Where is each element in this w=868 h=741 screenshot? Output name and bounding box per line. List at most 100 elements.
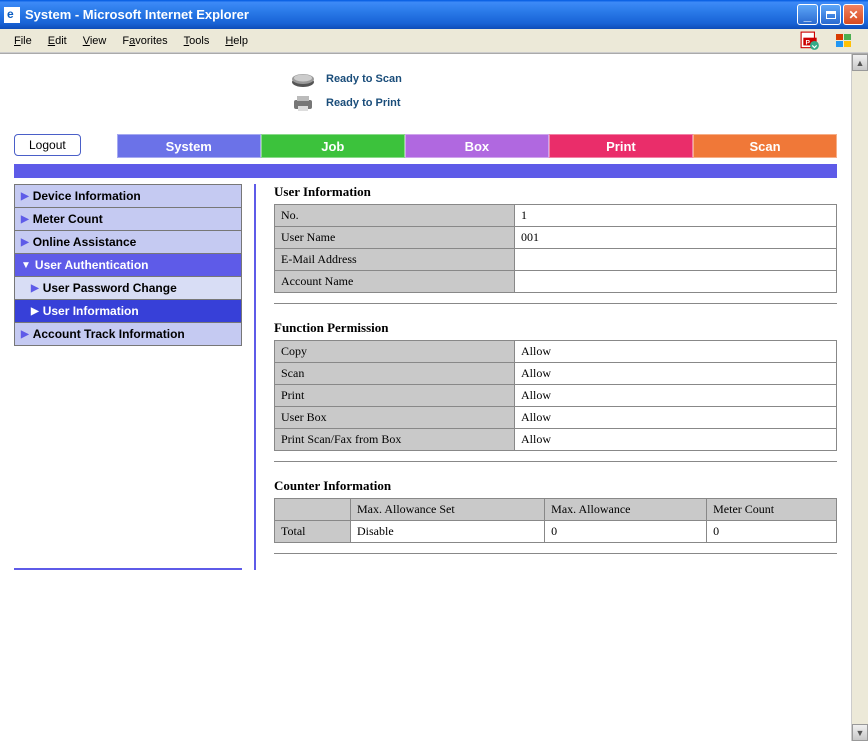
tab-box[interactable]: Box	[405, 134, 549, 158]
pdf-icon[interactable]: P	[800, 31, 820, 51]
arrow-down-icon: ▼	[21, 260, 31, 271]
status-print-text: Ready to Print	[326, 97, 401, 109]
cell-value: Allow	[515, 429, 837, 451]
sidebar-account-track[interactable]: ▶ Account Track Information	[14, 322, 242, 346]
section-function-permission: Function Permission CopyAllow ScanAllow …	[274, 320, 837, 462]
cell-label: User Name	[275, 227, 515, 249]
cell-value: Allow	[515, 341, 837, 363]
arrow-right-icon: ▶	[31, 306, 39, 317]
tab-job[interactable]: Job	[261, 134, 405, 158]
arrow-right-icon: ▶	[21, 329, 29, 340]
window-titlebar: System - Microsoft Internet Explorer _ ✕	[0, 0, 868, 29]
header-bar	[14, 164, 837, 178]
cell-label: Copy	[275, 341, 515, 363]
table-row: PrintAllow	[275, 385, 837, 407]
cell-value: 0	[545, 521, 707, 543]
sidebar-online-assistance[interactable]: ▶ Online Assistance	[14, 230, 242, 253]
sidebar-user-password-change[interactable]: ▶ User Password Change	[14, 276, 242, 299]
sidebar-device-info[interactable]: ▶ Device Information	[14, 184, 242, 207]
table-row: ScanAllow	[275, 363, 837, 385]
printer-icon	[290, 94, 316, 112]
header-cell	[275, 499, 351, 521]
ie-icon	[4, 7, 20, 23]
logout-button[interactable]: Logout	[14, 134, 81, 156]
arrow-right-icon: ▶	[21, 191, 29, 202]
menu-help[interactable]: Help	[217, 33, 256, 49]
divider	[274, 303, 837, 304]
sidebar: ▶Device Information ▶Meter Count ▶Online…	[14, 184, 242, 570]
menu-edit[interactable]: Edit	[40, 33, 75, 49]
cell-value: 0	[707, 521, 837, 543]
sidebar-user-information[interactable]: ▶ User Information	[14, 299, 242, 322]
cell-value: Allow	[515, 407, 837, 429]
table-row: CopyAllow	[275, 341, 837, 363]
sidebar-label: User Password Change	[43, 281, 177, 295]
content-area: Ready to Scan Ready to Print Logout Syst…	[0, 53, 868, 741]
menu-view[interactable]: View	[75, 33, 115, 49]
arrow-right-icon: ▶	[31, 283, 39, 294]
cell-label: Print	[275, 385, 515, 407]
cell-label: E-Mail Address	[275, 249, 515, 271]
cell-value	[515, 271, 837, 293]
close-button[interactable]: ✕	[843, 4, 864, 25]
sidebar-meter-count[interactable]: ▶Meter Count	[14, 207, 242, 230]
main-panel: User Information No.1 User Name001 E-Mai…	[254, 184, 837, 570]
menu-tools[interactable]: Tools	[176, 33, 218, 49]
table-row: Print Scan/Fax from BoxAllow	[275, 429, 837, 451]
arrow-right-icon: ▶	[21, 237, 29, 248]
svg-text:P: P	[806, 39, 811, 46]
cell-label: Scan	[275, 363, 515, 385]
scroll-up-button[interactable]: ▲	[852, 54, 868, 71]
sidebar-label: User Information	[43, 304, 139, 318]
sidebar-label: Online Assistance	[33, 235, 137, 249]
windows-flag-icon[interactable]	[832, 31, 856, 51]
tab-print[interactable]: Print	[549, 134, 693, 158]
cell-label: Account Name	[275, 271, 515, 293]
sidebar-label: Account Track Information	[33, 327, 185, 341]
sidebar-label: Device Information	[33, 189, 141, 203]
tab-system[interactable]: System	[117, 134, 261, 158]
table-row: Account Name	[275, 271, 837, 293]
cell-label: Total	[275, 521, 351, 543]
header-cell: Meter Count	[707, 499, 837, 521]
nav-tabs: Logout System Job Box Print Scan	[0, 134, 851, 158]
scanner-icon	[290, 70, 316, 88]
device-status: Ready to Scan Ready to Print	[0, 54, 851, 134]
scroll-down-button[interactable]: ▼	[852, 724, 868, 741]
divider	[274, 461, 837, 462]
tab-scan[interactable]: Scan	[693, 134, 837, 158]
status-print-row: Ready to Print	[290, 94, 851, 112]
section-title: User Information	[274, 184, 837, 200]
maximize-button[interactable]	[820, 4, 841, 25]
window-controls: _ ✕	[797, 4, 864, 25]
minimize-button[interactable]: _	[797, 4, 818, 25]
cell-label: User Box	[275, 407, 515, 429]
section-counter-info: Counter Information Max. Allowance Set M…	[274, 478, 837, 554]
table-row: User Name001	[275, 227, 837, 249]
cell-value: 1	[515, 205, 837, 227]
counter-table: Max. Allowance Set Max. Allowance Meter …	[274, 498, 837, 543]
section-user-info: User Information No.1 User Name001 E-Mai…	[274, 184, 837, 304]
menu-favorites[interactable]: Favorites	[114, 33, 175, 49]
header-cell: Max. Allowance	[545, 499, 707, 521]
menu-file[interactable]: File	[6, 33, 40, 49]
table-row: Total Disable 0 0	[275, 521, 837, 543]
section-title: Function Permission	[274, 320, 837, 336]
function-permission-table: CopyAllow ScanAllow PrintAllow User BoxA…	[274, 340, 837, 451]
table-header-row: Max. Allowance Set Max. Allowance Meter …	[275, 499, 837, 521]
vertical-scrollbar[interactable]: ▲ ▼	[851, 54, 868, 741]
cell-value	[515, 249, 837, 271]
sidebar-user-auth[interactable]: ▼ User Authentication	[14, 253, 242, 276]
menubar: File Edit View Favorites Tools Help P	[0, 29, 868, 53]
section-title: Counter Information	[274, 478, 837, 494]
window-title: System - Microsoft Internet Explorer	[25, 7, 797, 22]
sidebar-label: Meter Count	[33, 212, 103, 226]
cell-value: 001	[515, 227, 837, 249]
status-scan-text: Ready to Scan	[326, 73, 402, 85]
cell-label: No.	[275, 205, 515, 227]
user-info-table: No.1 User Name001 E-Mail Address Account…	[274, 204, 837, 293]
cell-value: Allow	[515, 385, 837, 407]
sidebar-label: User Authentication	[35, 258, 149, 272]
table-row: User BoxAllow	[275, 407, 837, 429]
cell-label: Print Scan/Fax from Box	[275, 429, 515, 451]
